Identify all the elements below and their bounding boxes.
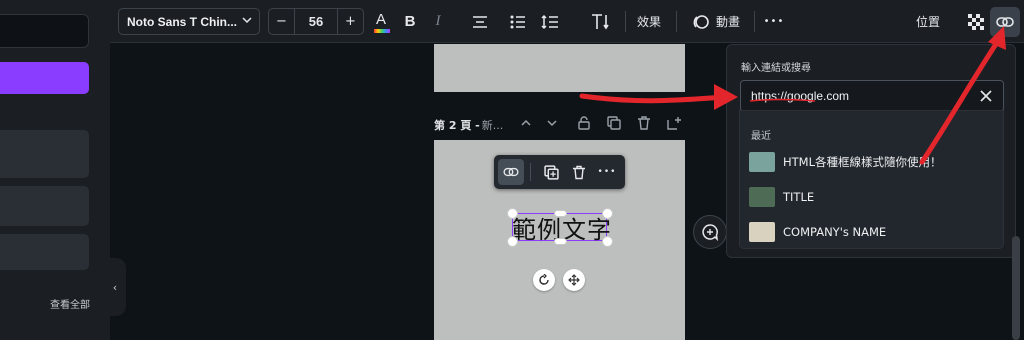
recent-link-item[interactable]: COMPANY's NAME [749, 221, 886, 243]
chevron-left-icon: ‹ [112, 280, 118, 294]
font-size-input[interactable]: 56 [295, 9, 337, 34]
font-size-stepper: − 56 + [268, 8, 364, 35]
panel-item-card[interactable] [0, 130, 89, 178]
decrease-font-size-button[interactable]: − [269, 9, 295, 34]
recent-link-item[interactable]: TITLE [749, 186, 814, 208]
italic-button[interactable]: I [426, 0, 450, 43]
animate-label: 動畫 [715, 15, 740, 29]
design-thumbnail [749, 222, 775, 242]
link-url-input[interactable]: https://google.com [740, 80, 1004, 112]
transparency-button[interactable] [964, 0, 988, 43]
link-icon [996, 17, 1014, 27]
collapse-panel-button[interactable]: ‹ [104, 258, 126, 316]
panel-search-input[interactable] [0, 14, 89, 48]
animate-button[interactable]: 動畫 [688, 0, 744, 43]
add-page-button[interactable] [664, 113, 684, 133]
selected-text-element[interactable]: 範例文字 [512, 213, 611, 244]
line-spacing-icon [541, 14, 558, 29]
element-context-toolbar: ••• [494, 155, 625, 189]
page-title: 第 2 頁 - [434, 119, 480, 132]
lock-icon [578, 116, 590, 130]
resize-handle[interactable] [602, 236, 613, 247]
resize-handle[interactable] [602, 208, 613, 219]
page-1-canvas[interactable] [434, 44, 685, 92]
spacing-button[interactable] [538, 0, 562, 43]
toolbar-divider [676, 11, 677, 32]
design-thumbnail [749, 187, 775, 207]
position-button[interactable]: 位置 [910, 0, 946, 43]
comment-button[interactable] [693, 215, 727, 249]
checkerboard-icon [968, 13, 984, 30]
link-input-label: 輸入連結或搜尋 [741, 63, 811, 74]
font-family-value: Noto Sans T Chin... [127, 14, 237, 29]
left-side-panel: 查看全部 [0, 0, 110, 340]
move-button[interactable] [563, 269, 585, 291]
element-delete-button[interactable] [566, 159, 592, 185]
link-url-value: https://google.com [751, 89, 850, 103]
move-page-down-button[interactable] [542, 113, 562, 133]
vertical-text-icon [592, 13, 609, 29]
chevron-up-icon [521, 119, 531, 126]
toolbar-divider [625, 11, 626, 32]
bold-button[interactable]: B [398, 0, 422, 43]
panel-item-card[interactable] [0, 186, 89, 226]
comment-add-icon [702, 224, 719, 241]
recent-label: 最近 [751, 131, 771, 142]
page-header: 第 2 頁 - 新... [434, 112, 503, 138]
text-color-icon: A [376, 10, 387, 28]
resize-handle[interactable] [554, 210, 567, 217]
bullet-list-icon [510, 15, 525, 28]
rotate-icon [539, 274, 549, 285]
more-options-button[interactable]: ••• [762, 0, 786, 43]
editor-toolbar: Noto Sans T Chin... − 56 + A B I 效果 動畫 •… [110, 0, 1024, 43]
link-button[interactable] [990, 7, 1020, 37]
increase-font-size-button[interactable]: + [337, 9, 363, 34]
align-center-icon [473, 15, 487, 28]
duplicate-icon [543, 164, 559, 180]
resize-handle[interactable] [507, 208, 518, 219]
resize-handle[interactable] [554, 238, 567, 245]
add-page-icon [667, 117, 681, 130]
font-family-dropdown[interactable]: Noto Sans T Chin... [118, 8, 260, 35]
recent-link-item[interactable]: HTML各種框線樣式隨你使用！ [749, 151, 942, 173]
move-page-up-button[interactable] [516, 113, 536, 133]
close-icon[interactable] [977, 87, 995, 105]
trash-icon [573, 165, 585, 179]
page-subtitle[interactable]: 新... [482, 117, 504, 133]
panel-primary-button[interactable] [0, 62, 89, 94]
see-all-link[interactable]: 查看全部 [50, 296, 90, 311]
chevron-down-icon [241, 14, 253, 29]
effects-button[interactable]: 效果 [632, 0, 666, 43]
toolbar-divider [754, 11, 755, 32]
panel-item-card[interactable] [0, 234, 89, 270]
recent-link-title: TITLE [783, 190, 815, 204]
text-color-button[interactable]: A [370, 0, 394, 43]
rotate-button[interactable] [533, 269, 555, 291]
recent-links-dropdown: 最近 HTML各種框線樣式隨你使用！ TITLE COMPANY's NAME [739, 110, 1004, 249]
link-icon [503, 167, 519, 177]
trash-icon [638, 116, 650, 130]
element-more-button[interactable]: ••• [594, 159, 620, 185]
color-swatch-bar [374, 28, 390, 33]
element-link-button[interactable] [498, 159, 524, 185]
duplicate-page-button[interactable] [604, 113, 624, 133]
animate-icon [693, 14, 709, 29]
toolbar-divider [530, 163, 531, 181]
canvas-scrollbar[interactable] [1012, 236, 1020, 340]
resize-handle[interactable] [507, 236, 518, 247]
delete-page-button[interactable] [634, 113, 654, 133]
move-icon [568, 274, 580, 286]
recent-link-title: HTML各種框線樣式隨你使用！ [783, 155, 942, 169]
chevron-down-icon [547, 120, 557, 127]
list-button[interactable] [506, 0, 530, 43]
element-duplicate-button[interactable] [538, 159, 564, 185]
recent-link-title: COMPANY's NAME [783, 225, 887, 239]
vertical-text-button[interactable] [588, 0, 614, 43]
duplicate-icon [607, 116, 621, 130]
design-thumbnail [749, 152, 775, 172]
lock-page-button[interactable] [574, 113, 594, 133]
align-button[interactable] [468, 0, 492, 43]
